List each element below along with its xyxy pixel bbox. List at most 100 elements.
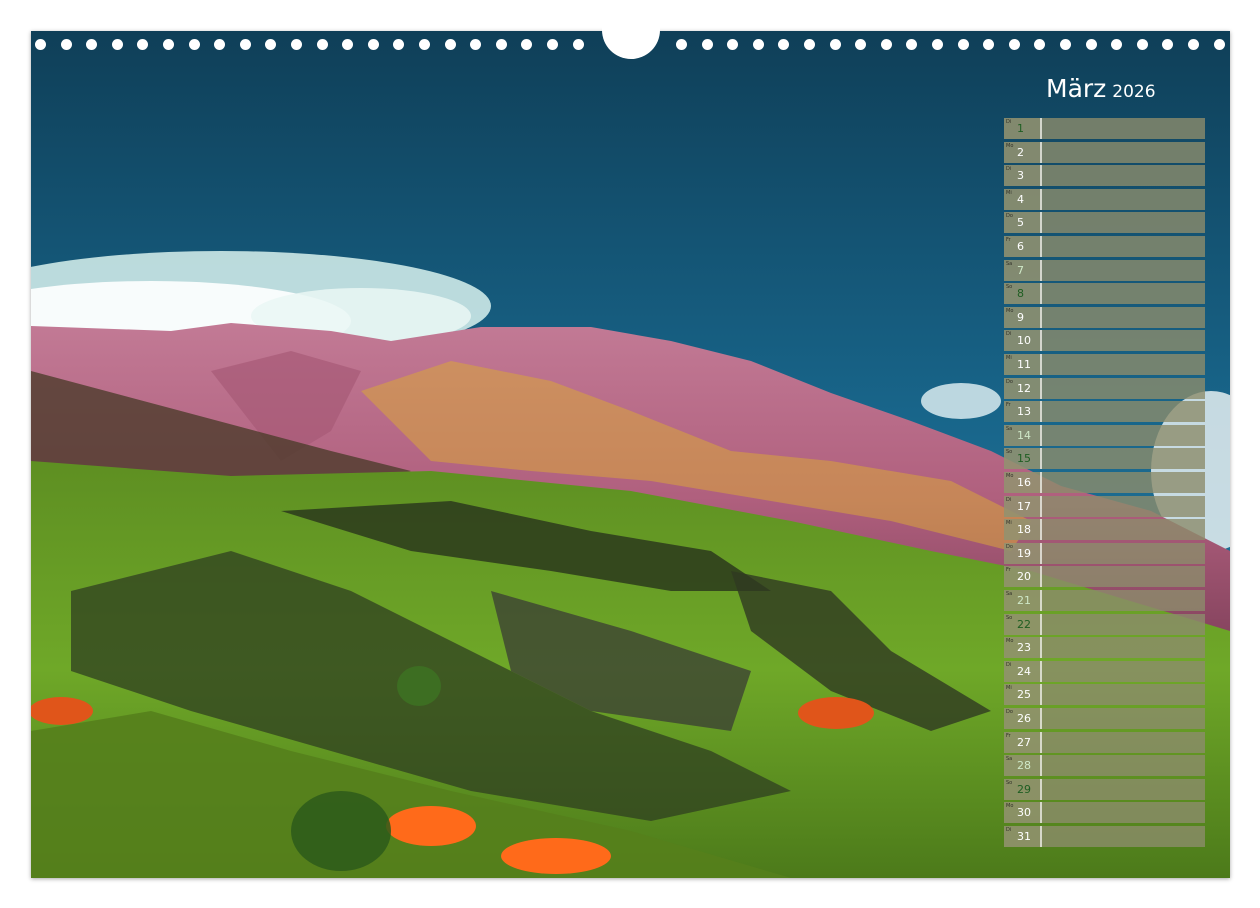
note-cell — [1042, 731, 1205, 753]
day-number: 10 — [1017, 334, 1031, 348]
day-row: Di 24 — [1004, 660, 1205, 682]
month-title: März 2026 — [1046, 74, 1156, 103]
weekday-abbrev: Do — [1006, 213, 1013, 220]
day-row: Di 31 — [1004, 826, 1205, 847]
day-cell: Mo 16 — [1004, 472, 1042, 493]
day-row: Mo 16 — [1004, 472, 1205, 493]
binding-hole — [265, 39, 277, 50]
weekday-abbrev: Mo — [1006, 142, 1014, 149]
binding-hole — [470, 39, 482, 50]
note-cell — [1042, 566, 1205, 588]
note-cell — [1042, 590, 1205, 611]
binding-hole — [163, 39, 174, 50]
note-cell — [1042, 637, 1205, 659]
day-row: Do 12 — [1004, 377, 1205, 399]
binding-hole — [188, 39, 200, 50]
day-cell: Di 31 — [1004, 826, 1042, 847]
note-cell — [1042, 212, 1205, 234]
day-number: 13 — [1017, 405, 1031, 419]
day-number: 20 — [1017, 570, 1031, 584]
binding-hole — [1111, 39, 1123, 50]
day-cell: So 15 — [1004, 448, 1042, 470]
day-number: 21 — [1017, 594, 1031, 607]
binding-hole — [778, 39, 790, 50]
day-row: Fr 13 — [1004, 401, 1205, 423]
day-cell: Fr 13 — [1004, 401, 1042, 423]
note-cell — [1042, 377, 1205, 399]
day-cell: Sa 28 — [1004, 755, 1042, 777]
day-number: 22 — [1017, 617, 1031, 631]
day-number: 9 — [1017, 310, 1024, 324]
day-number: 4 — [1017, 192, 1024, 206]
binding-hole — [906, 39, 918, 50]
day-row: So 22 — [1004, 613, 1205, 635]
binding-hole — [1162, 39, 1174, 50]
day-row: So 29 — [1004, 778, 1205, 800]
weekday-abbrev: So — [1006, 614, 1013, 621]
day-cell: Do 12 — [1004, 377, 1042, 399]
binding-hole — [367, 39, 379, 50]
note-cell — [1042, 802, 1205, 824]
weekday-abbrev: Sa — [1006, 756, 1013, 763]
day-cell: So 22 — [1004, 613, 1042, 635]
note-cell — [1042, 236, 1205, 257]
weekday-abbrev: Fr — [1006, 402, 1011, 409]
binding-hole — [727, 39, 739, 50]
weekday-abbrev: Sa — [1006, 591, 1013, 597]
day-number: 2 — [1017, 145, 1024, 159]
wire-binding — [31, 1, 1230, 59]
day-row: So 8 — [1004, 283, 1205, 305]
day-number: 27 — [1017, 735, 1031, 749]
day-cell: Do 5 — [1004, 212, 1042, 234]
binding-hole — [239, 39, 251, 50]
note-cell — [1042, 330, 1205, 352]
day-cell: Di 24 — [1004, 660, 1042, 682]
weekday-abbrev: Di — [1006, 331, 1012, 338]
day-number: 30 — [1017, 806, 1031, 820]
day-row: Mo 2 — [1004, 141, 1205, 163]
binding-hole — [342, 39, 354, 50]
binding-hole — [137, 39, 149, 50]
weekday-abbrev: Mo — [1006, 803, 1014, 810]
day-cell: Di 17 — [1004, 495, 1042, 517]
binding-hole — [1136, 39, 1148, 50]
binding-hole — [111, 39, 123, 50]
day-row: Sa 21 — [1004, 590, 1205, 611]
weekday-abbrev: Fr — [1006, 732, 1011, 739]
day-number: 14 — [1017, 428, 1031, 442]
note-cell — [1042, 660, 1205, 682]
month-name: März — [1046, 74, 1107, 103]
note-cell — [1042, 519, 1205, 541]
weekday-abbrev: Mi — [1006, 355, 1012, 361]
weekday-abbrev: Mi — [1006, 685, 1012, 692]
weekday-abbrev: So — [1006, 449, 1013, 456]
binding-hole — [829, 39, 841, 50]
binding-hole — [521, 39, 533, 50]
day-row: Di 17 — [1004, 495, 1205, 517]
day-row: Mi 25 — [1004, 684, 1205, 706]
binding-hole — [676, 39, 687, 50]
day-number: 31 — [1017, 830, 1031, 843]
day-cell: Mi 18 — [1004, 519, 1042, 541]
note-cell — [1042, 472, 1205, 493]
weekday-abbrev: Mo — [1006, 638, 1014, 645]
year-label: 2026 — [1112, 82, 1156, 102]
binding-hole — [316, 39, 328, 50]
day-cell: Di 3 — [1004, 165, 1042, 187]
weekday-abbrev: So — [1006, 284, 1013, 291]
day-row: Di 10 — [1004, 330, 1205, 352]
weekday-abbrev: Di — [1006, 496, 1012, 503]
day-row: Sa 28 — [1004, 755, 1205, 777]
binding-hole — [701, 39, 713, 50]
note-cell — [1042, 118, 1205, 139]
binding-hole — [880, 39, 892, 50]
binding-hole — [444, 39, 456, 50]
day-row: Di 1 — [1004, 118, 1205, 139]
weekday-abbrev: Do — [1006, 709, 1013, 715]
day-row: So 15 — [1004, 448, 1205, 470]
day-row: Do 19 — [1004, 542, 1205, 564]
binding-hole — [1034, 39, 1046, 50]
weekday-abbrev: Mi — [1006, 189, 1012, 196]
day-row: Sa 14 — [1004, 424, 1205, 446]
day-number: 25 — [1017, 688, 1031, 702]
